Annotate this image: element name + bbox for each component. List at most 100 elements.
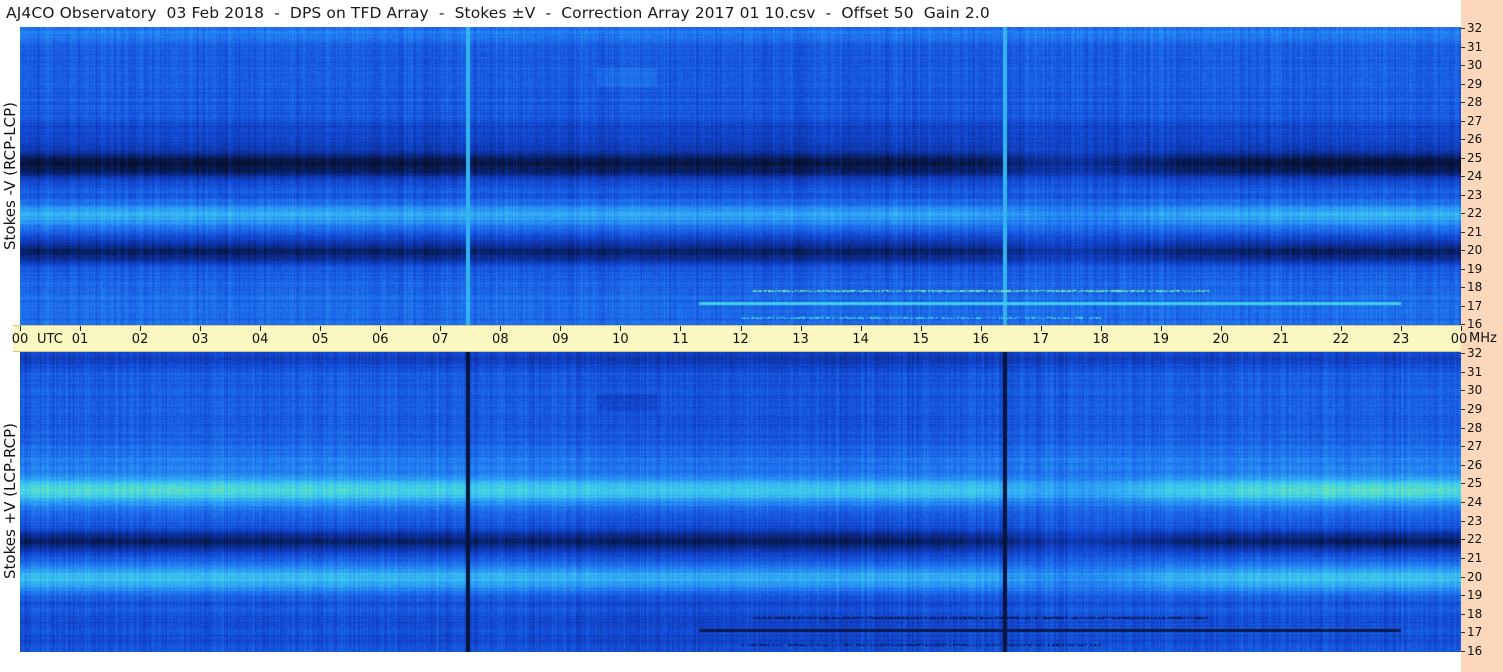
freq-tick (1461, 446, 1465, 448)
time-tick-label: 18 (1092, 332, 1110, 347)
time-tick-label: 15 (912, 332, 929, 347)
freq-tick-label: 18 (1467, 606, 1483, 621)
freq-tick (1461, 483, 1465, 485)
time-tick-label: 06 (371, 332, 389, 347)
time-tick-label: 09 (552, 332, 569, 347)
time-tick-label: 21 (1272, 332, 1290, 347)
time-tick (1461, 326, 1462, 331)
freq-tick-label: 27 (1467, 439, 1483, 454)
freq-tick-label: 31 (1467, 364, 1483, 379)
freq-tick (1461, 83, 1465, 85)
freq-tick (1461, 194, 1465, 196)
freq-tick-label: 22 (1467, 206, 1483, 220)
freq-tick (1461, 502, 1465, 503)
freq-tick (1461, 576, 1465, 578)
freq-tick-label: 28 (1467, 420, 1483, 435)
mhz-unit-label: MHz (1469, 331, 1497, 346)
time-tick-label: 07 (432, 332, 449, 347)
freq-tick (1461, 28, 1465, 29)
freq-tick (1461, 427, 1465, 429)
freq-tick (1461, 324, 1465, 325)
freq-tick-label: 25 (1467, 150, 1483, 165)
freq-tick-label: 27 (1467, 113, 1483, 128)
freq-tick (1461, 539, 1465, 541)
time-tick-label: 05 (311, 332, 329, 347)
freq-tick (1461, 408, 1465, 410)
title-bar: AJ4CO Observatory 03 Feb 2018 - DPS on T… (0, 0, 1461, 27)
freq-tick (1461, 176, 1465, 177)
freq-tick (1461, 595, 1465, 597)
chart-title: AJ4CO Observatory 03 Feb 2018 - DPS on T… (6, 4, 990, 22)
freq-tick (1461, 464, 1465, 466)
time-tick-label: 23 (1392, 332, 1410, 347)
freq-tick-label: 22 (1467, 532, 1483, 547)
time-tick-label: 02 (131, 332, 149, 347)
freq-tick-label: 18 (1467, 280, 1483, 294)
freq-tick (1461, 287, 1465, 288)
time-tick (260, 326, 262, 331)
time-tick-label: 13 (792, 332, 809, 347)
time-tick (80, 326, 82, 331)
top-panel-ylabel: Stokes -V (RCP-LCP) (1, 102, 19, 250)
time-tick-label: 03 (191, 332, 209, 347)
time-tick-label: 20 (1212, 332, 1230, 347)
time-tick (560, 326, 562, 331)
freq-tick-label: 31 (1467, 39, 1483, 54)
freq-tick-label: 30 (1467, 383, 1483, 398)
time-tick (620, 326, 622, 331)
freq-tick-label: 17 (1467, 625, 1483, 640)
time-tick (800, 326, 802, 331)
freq-tick-label: 23 (1467, 187, 1483, 202)
time-tick-label: 11 (672, 332, 689, 347)
time-tick (1400, 326, 1402, 331)
freq-tick (1461, 371, 1465, 373)
freq-tick-label: 25 (1467, 476, 1483, 491)
time-tick (380, 326, 382, 331)
time-tick (500, 326, 502, 331)
time-tick-label: 12 (732, 332, 749, 347)
time-tick-label: 00 (1450, 332, 1468, 347)
time-tick (1100, 326, 1102, 331)
freq-tick (1461, 250, 1465, 251)
freq-tick-label: 21 (1467, 550, 1483, 565)
freq-tick-label: 24 (1467, 495, 1483, 509)
freq-tick (1461, 651, 1465, 652)
time-tick-label: 10 (612, 332, 629, 347)
time-tick (20, 326, 21, 331)
utc-label: UTC (37, 332, 63, 347)
time-axis: 00 01 02 03 04 05 06 07 08 09 10 11 12 13 14 15 16 17 18 19… (11, 325, 1467, 352)
time-tick (860, 326, 862, 331)
freq-tick-label: 16 (1467, 317, 1483, 331)
freq-tick (1461, 353, 1465, 354)
freq-tick (1461, 557, 1465, 559)
freq-tick-label: 17 (1467, 298, 1483, 313)
time-tick-label: 04 (251, 332, 269, 347)
time-tick-label: 17 (1032, 332, 1049, 347)
time-tick-label: 08 (492, 332, 509, 347)
freq-tick (1461, 213, 1465, 214)
time-tick (1340, 326, 1342, 331)
freq-tick (1461, 102, 1465, 103)
time-tick (980, 326, 982, 331)
freq-tick-label: 32 (1467, 346, 1483, 360)
freq-tick-label: 30 (1467, 58, 1483, 72)
freq-tick-label: 26 (1467, 457, 1483, 472)
freq-tick-label: 28 (1467, 95, 1483, 109)
time-tick (1280, 326, 1282, 331)
freq-tick (1461, 613, 1465, 615)
freq-tick-label: 29 (1467, 401, 1483, 416)
freq-tick (1461, 65, 1465, 66)
time-tick-label: 00 (11, 332, 29, 347)
time-tick-label: 14 (852, 332, 869, 347)
freq-tick (1461, 120, 1465, 122)
freq-tick (1461, 46, 1465, 48)
freq-tick (1461, 268, 1465, 270)
freq-tick (1461, 157, 1465, 159)
top-spectrogram-heatmap (20, 27, 1461, 325)
time-tick-label: 19 (1152, 332, 1170, 347)
bottom-panel-ylabel: Stokes +V (LCP-RCP) (1, 423, 19, 579)
freq-tick-label: 23 (1467, 513, 1483, 528)
freq-tick-label: 32 (1467, 21, 1483, 35)
freq-tick-label: 21 (1467, 224, 1483, 239)
time-tick (200, 326, 202, 331)
